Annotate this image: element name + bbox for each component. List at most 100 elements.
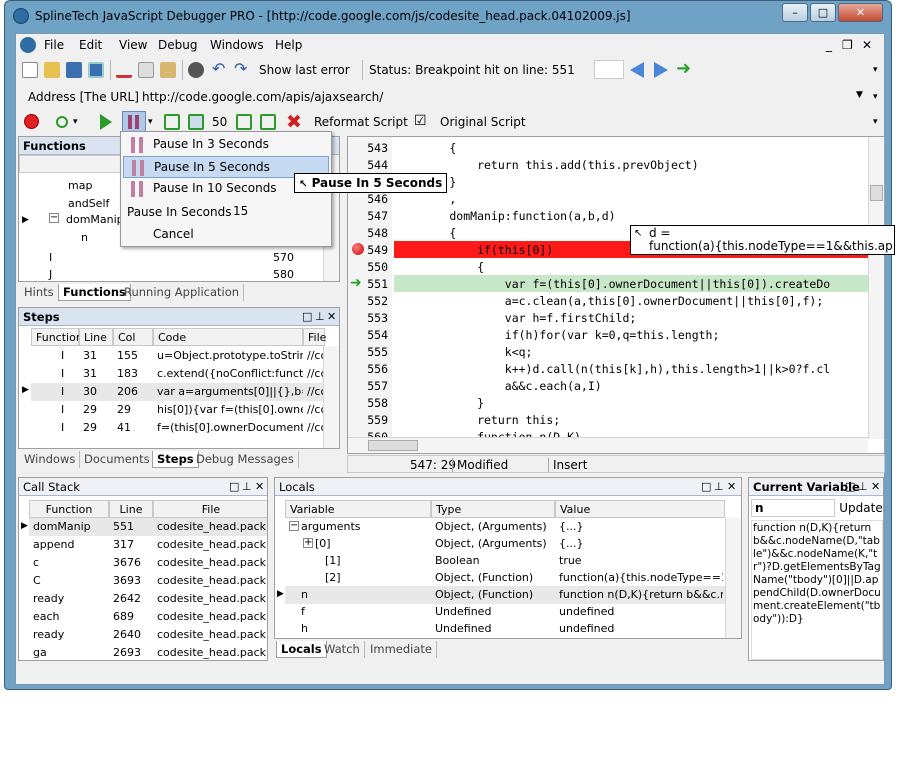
close-button[interactable]: ✕ <box>838 3 883 22</box>
step-down-icon[interactable] <box>236 114 252 130</box>
title-bar[interactable]: SplineTech JavaScript Debugger PRO - [ht… <box>5 1 891 33</box>
record-dropdown-icon[interactable]: ▾ <box>73 117 78 127</box>
function-row[interactable]: map <box>64 177 96 195</box>
menu-debug[interactable]: Debug <box>158 38 197 52</box>
callstack-col-file[interactable]: File <box>153 500 267 518</box>
stop-icon[interactable]: ✖ <box>286 111 302 133</box>
tab-immediate[interactable]: Immediate <box>366 641 437 658</box>
record-icon[interactable] <box>56 116 68 128</box>
tab-running-application[interactable]: Running Application <box>120 284 245 301</box>
menu-edit[interactable]: Edit <box>79 38 102 52</box>
debug-toolbar-overflow-icon[interactable]: ▾ <box>873 117 878 127</box>
address-input[interactable]: http://code.google.com/apis/ajaxsearch/ <box>142 90 383 104</box>
steps-col-function[interactable]: Function <box>31 328 83 346</box>
steps-col-col[interactable]: Col <box>113 328 153 346</box>
pause-cancel-item[interactable]: Cancel <box>153 227 194 241</box>
menu-windows[interactable]: Windows <box>210 38 264 52</box>
tab-debug-messages[interactable]: Debug Messages <box>192 451 299 468</box>
mdi-restore-button[interactable]: ❐ <box>842 38 853 52</box>
editor-vscrollbar[interactable] <box>868 137 884 439</box>
reformat-checkbox[interactable]: ☑ <box>414 113 427 129</box>
pause-seconds-input[interactable]: 15 <box>231 203 327 221</box>
editor-hscrollbar[interactable] <box>348 437 868 453</box>
menu-file[interactable]: File <box>44 38 64 52</box>
function-row[interactable]: domManip <box>62 211 128 229</box>
run-icon[interactable] <box>100 114 112 130</box>
locals-float-icon[interactable]: □ <box>701 480 711 493</box>
function-row[interactable]: I <box>45 249 56 267</box>
locals-col-type[interactable]: Type <box>431 500 555 518</box>
mdi-minimize-button[interactable]: _ <box>826 38 832 52</box>
forward-arrow-icon[interactable] <box>654 62 668 78</box>
maximize-button[interactable]: □ <box>810 3 836 22</box>
tab-documents[interactable]: Documents <box>80 451 155 468</box>
go-arrow-icon[interactable]: ➜ <box>676 60 691 78</box>
locals-scrollbar[interactable] <box>725 518 741 638</box>
address-overflow-icon[interactable]: ▾ <box>873 92 878 102</box>
steps-col-file[interactable]: File <box>303 328 326 346</box>
locals-col-variable[interactable]: Variable <box>285 500 431 518</box>
minimize-button[interactable]: – <box>782 3 808 22</box>
steps-float-icon[interactable]: □ <box>302 310 312 323</box>
breakpoint-marker-icon[interactable] <box>352 243 364 255</box>
menu-item-pause-3[interactable]: Pause In 3 Seconds <box>123 134 329 156</box>
callstack-function: ready <box>33 628 65 641</box>
cursor-position: 547: 29 <box>410 458 457 472</box>
steps-close-icon[interactable]: ✕ <box>327 310 336 323</box>
mdi-close-button[interactable]: ✕ <box>862 38 872 52</box>
breakpoint-icon[interactable] <box>24 114 39 129</box>
locals-close-icon[interactable]: ✕ <box>727 480 736 493</box>
callstack-col-line[interactable]: Line <box>109 500 153 518</box>
steps-col-code[interactable]: Code <box>153 328 303 346</box>
callstack-col-function[interactable]: Function <box>29 500 109 518</box>
callstack-pin-icon[interactable]: ⊥ <box>242 480 252 493</box>
back-arrow-icon[interactable] <box>630 62 644 78</box>
callstack-float-icon[interactable]: □ <box>229 480 239 493</box>
update-button[interactable]: Update <box>839 499 883 517</box>
copy-icon[interactable] <box>138 62 154 78</box>
expand-item-icon[interactable]: + <box>303 538 313 548</box>
save-all-icon[interactable] <box>88 62 104 78</box>
callstack-close-icon[interactable]: ✕ <box>255 480 264 493</box>
tab-locals[interactable]: Locals <box>276 641 327 658</box>
locals-pin-icon[interactable]: ⊥ <box>714 480 724 493</box>
original-script-label[interactable]: Original Script <box>440 115 526 129</box>
save-icon[interactable] <box>66 62 82 78</box>
steps-pin-icon[interactable]: ⊥ <box>315 310 325 323</box>
tab-windows[interactable]: Windows <box>20 451 81 468</box>
cut-icon[interactable] <box>116 62 132 78</box>
paste-icon[interactable] <box>160 62 176 78</box>
callstack-function: ga <box>33 646 47 659</box>
step-into-icon[interactable] <box>164 114 180 130</box>
steps-col-line[interactable]: Line <box>79 328 113 346</box>
find-icon[interactable] <box>188 62 204 78</box>
undo-icon[interactable]: ↶ <box>212 61 228 78</box>
curvar-pin-icon[interactable]: ⊥ <box>858 480 868 493</box>
current-variable-name-input[interactable]: n <box>751 499 835 517</box>
collapse-arguments-icon[interactable]: − <box>289 521 299 531</box>
tab-hints[interactable]: Hints <box>20 284 59 301</box>
pause-dropdown-icon[interactable]: ▾ <box>148 117 153 127</box>
locals-col-value[interactable]: Value <box>555 500 725 518</box>
open-folder-icon[interactable] <box>44 62 60 78</box>
collapse-icon[interactable]: − <box>49 213 59 223</box>
redo-icon[interactable]: ↷ <box>234 61 250 78</box>
steps-scrollbar[interactable] <box>323 346 339 448</box>
app-menu-icon[interactable] <box>20 37 36 53</box>
tab-watch[interactable]: Watch <box>320 641 365 658</box>
toolbar-overflow-icon[interactable]: ▾ <box>873 65 878 75</box>
show-last-error-button[interactable]: Show last error <box>259 63 350 77</box>
address-dropdown-icon[interactable]: ▼ <box>856 90 863 100</box>
pause-button[interactable] <box>122 111 146 133</box>
curvar-float-icon[interactable]: □ <box>845 480 855 493</box>
function-row[interactable]: n <box>77 229 92 247</box>
curvar-close-icon[interactable]: ✕ <box>871 480 880 493</box>
insert-mode: Insert <box>548 458 587 472</box>
new-file-icon[interactable] <box>22 62 38 78</box>
step-out-icon[interactable] <box>260 114 276 130</box>
menu-help[interactable]: Help <box>275 38 302 52</box>
menu-view[interactable]: View <box>119 38 147 52</box>
step-over-icon[interactable] <box>188 114 204 130</box>
line-number: 550 <box>367 260 388 274</box>
step-count-field[interactable]: 50 <box>212 115 227 129</box>
